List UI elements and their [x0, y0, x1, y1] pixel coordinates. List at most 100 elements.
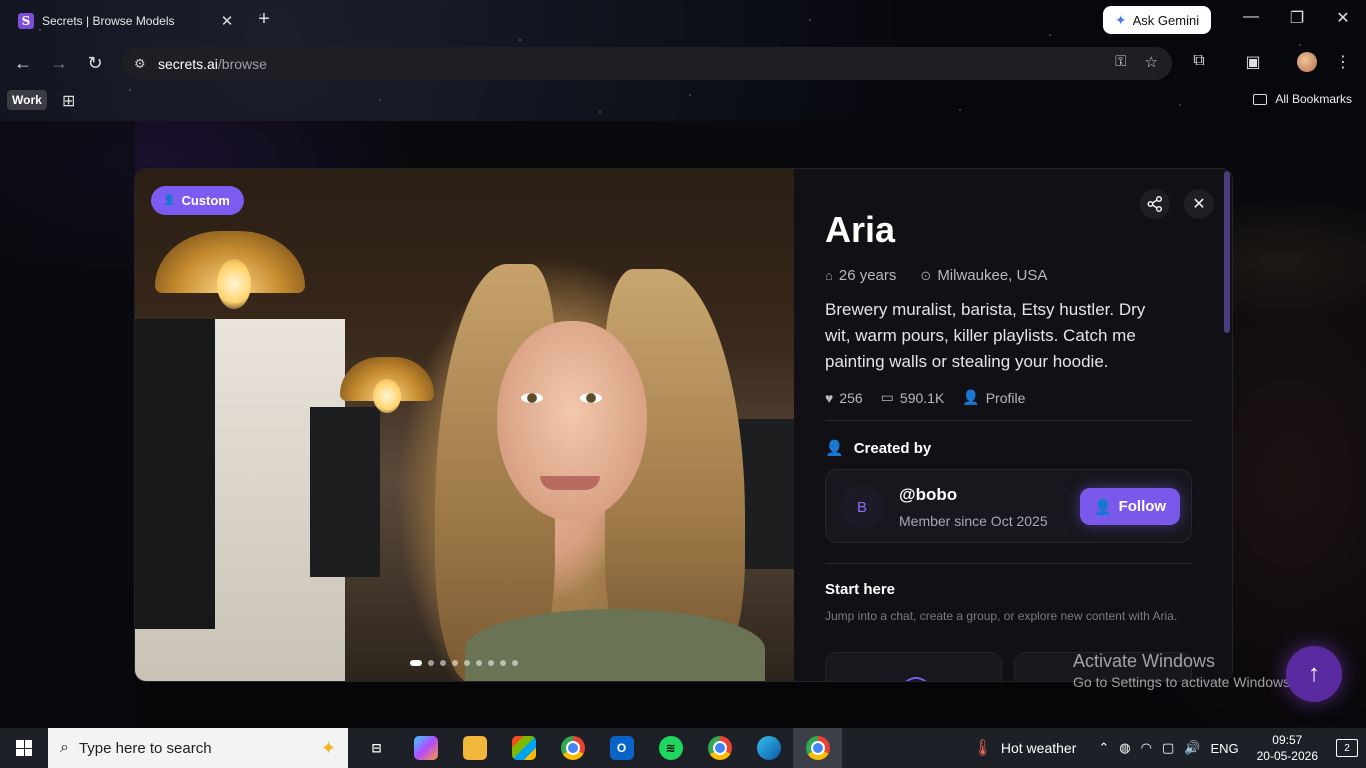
profile-link[interactable]: 👤 Profile	[962, 389, 1025, 406]
carousel-dot[interactable]	[476, 660, 482, 666]
chrome-profile-button[interactable]	[695, 728, 744, 768]
profile-avatar[interactable]	[1297, 52, 1317, 72]
divider	[825, 563, 1192, 564]
creator-handle[interactable]: @bobo	[899, 485, 957, 505]
edge-button[interactable]	[744, 728, 793, 768]
user-icon: 👤	[962, 389, 980, 405]
clock[interactable]: 09:57 20-05-2026	[1257, 732, 1318, 764]
creator-member-since: Member since Oct 2025	[899, 513, 1048, 529]
language-indicator[interactable]: ENG	[1210, 741, 1238, 756]
carousel-dot[interactable]	[428, 660, 434, 666]
microsoft-store-button[interactable]	[499, 728, 548, 768]
share-button[interactable]	[1140, 189, 1170, 219]
extensions-icon[interactable]: ⧉	[1188, 52, 1210, 70]
weather-widget[interactable]: 🌡 Hot weather	[973, 738, 1077, 758]
arrow-up-icon: ↑	[1308, 660, 1320, 687]
carousel-dot[interactable]	[464, 660, 470, 666]
carousel-dot[interactable]	[440, 660, 446, 666]
carousel-dot[interactable]	[500, 660, 506, 666]
gemini-sparkle-icon: ✦	[1114, 11, 1127, 28]
windows-taskbar: ⌕ Type here to search ✦ ⊟ O ≋ 🌡 Hot weat…	[0, 728, 1366, 768]
watermark-subtitle: Go to Settings to activate Windows.	[1073, 674, 1294, 690]
close-icon: ✕	[1192, 196, 1206, 213]
chrome-icon	[707, 736, 732, 760]
carousel-dots	[410, 660, 518, 666]
work-profile-chip[interactable]: Work	[7, 90, 47, 110]
volume-icon[interactable]: 🔊	[1184, 740, 1200, 756]
notifications-icon[interactable]: 2	[1336, 739, 1358, 757]
profile-label: Profile	[985, 389, 1026, 406]
custom-badge-label: Custom	[181, 193, 230, 208]
carousel-dot[interactable]	[410, 660, 422, 666]
browser-tab[interactable]: S Secrets | Browse Models ✕	[8, 4, 246, 38]
new-tab-button[interactable]: +	[254, 8, 274, 31]
close-window-button[interactable]: ✕	[1331, 8, 1355, 28]
creator-card[interactable]: B @bobo Member since Oct 2025 👤 Follow	[825, 469, 1192, 543]
activate-windows-watermark: Activate Windows Go to Settings to activ…	[1073, 651, 1294, 690]
network-icon[interactable]: ◍	[1119, 740, 1130, 756]
scroll-to-top-button[interactable]: ↑	[1286, 646, 1342, 702]
outlook-button[interactable]: O	[597, 728, 646, 768]
carousel-dot[interactable]	[452, 660, 458, 666]
chat-bubble-icon: ▭	[880, 389, 894, 405]
lamp-bulb	[217, 259, 251, 309]
forward-arrow-icon[interactable]: →	[48, 52, 70, 74]
weather-text: Hot weather	[1000, 740, 1077, 756]
browser-chrome: S Secrets | Browse Models ✕ + ✦ Ask Gemi…	[0, 0, 1366, 121]
start-here-title: Start here	[825, 581, 896, 598]
address-bar[interactable]: ⚙ secrets.ai/browse ⚿ ☆	[122, 47, 1172, 80]
details-scrollbar[interactable]	[1224, 171, 1230, 333]
wifi-icon[interactable]: ◠	[1141, 740, 1152, 756]
model-bio: Brewery muralist, barista, Etsy hustler.…	[825, 300, 1146, 371]
meet-now-icon[interactable]: ▢	[1162, 740, 1174, 756]
search-highlight-icon: ✦	[320, 737, 336, 758]
eye	[580, 393, 602, 403]
outlook-icon: O	[609, 736, 634, 760]
apps-grid-icon[interactable]: ⊞	[62, 91, 75, 111]
age-text: 26 years	[838, 267, 897, 284]
menu-kebab-icon[interactable]: ⋮	[1332, 52, 1354, 72]
likes-stat[interactable]: ♥ 256	[825, 389, 863, 406]
close-modal-button[interactable]: ✕	[1184, 189, 1214, 219]
heart-icon: ♥	[825, 389, 834, 406]
tab-search-icon[interactable]: ▣	[1242, 52, 1264, 72]
password-key-icon[interactable]: ⚿	[1115, 53, 1126, 71]
user-icon: 👤	[163, 195, 176, 206]
task-view-button[interactable]: ⊟	[352, 728, 401, 768]
creator-avatar[interactable]: B	[840, 485, 884, 529]
messages-stat: ▭ 590.1K	[881, 389, 945, 406]
back-arrow-icon[interactable]: ←	[12, 52, 34, 74]
ask-gemini-button[interactable]: ✦ Ask Gemini	[1103, 6, 1211, 34]
chrome-icon	[560, 736, 585, 760]
tab-close-icon[interactable]: ✕	[218, 12, 236, 30]
chevron-up-icon[interactable]: ⌃	[1098, 740, 1109, 756]
location-info: ⊙ Milwaukee, USA	[920, 267, 1047, 284]
chrome-icon	[805, 736, 830, 760]
spotify-icon: ≋	[658, 736, 683, 760]
location-text: Milwaukee, USA	[937, 267, 1048, 284]
model-details-panel: ✕ Aria ⌂ 26 years ⊙ Milwaukee, USA Brewe…	[794, 169, 1232, 681]
taskbar-search-box[interactable]: ⌕ Type here to search ✦	[48, 728, 348, 768]
start-chat-card[interactable]	[825, 652, 1002, 681]
carousel-dot[interactable]	[512, 660, 518, 666]
file-explorer-button[interactable]	[450, 728, 499, 768]
chrome-button[interactable]	[548, 728, 597, 768]
minimize-button[interactable]: —	[1239, 8, 1263, 26]
carousel-dot[interactable]	[488, 660, 494, 666]
start-button[interactable]	[0, 728, 48, 768]
bookmark-star-icon[interactable]: ☆	[1145, 53, 1158, 71]
reload-icon[interactable]: ↻	[84, 52, 106, 74]
model-photo-carousel[interactable]: 👤 Custom	[135, 169, 794, 681]
created-by-label: Created by	[853, 439, 932, 457]
follow-button[interactable]: 👤 Follow	[1080, 488, 1180, 525]
chrome-active-button[interactable]	[793, 728, 842, 768]
copilot-button[interactable]	[401, 728, 450, 768]
all-bookmarks-button[interactable]: All Bookmarks	[1253, 92, 1352, 106]
chalkboard-menu	[310, 407, 380, 577]
age-info: ⌂ 26 years	[825, 267, 896, 284]
restore-button[interactable]: ❐	[1285, 8, 1309, 28]
site-settings-icon[interactable]: ⚙	[134, 56, 154, 72]
address-url[interactable]: secrets.ai/browse	[158, 56, 267, 72]
ask-gemini-label: Ask Gemini	[1132, 12, 1200, 28]
spotify-button[interactable]: ≋	[646, 728, 695, 768]
